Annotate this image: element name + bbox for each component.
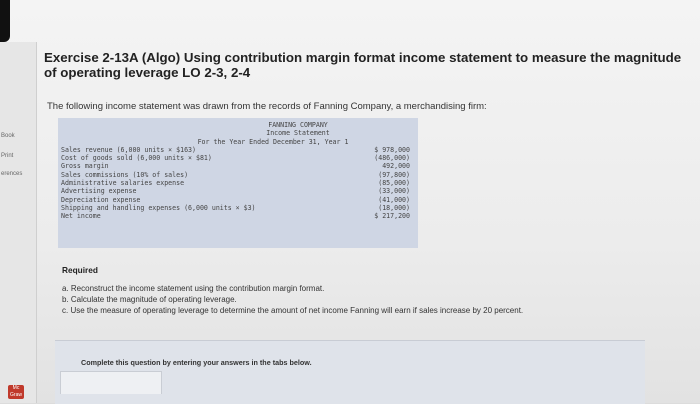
- required-heading: Required: [62, 265, 98, 275]
- exercise-title: Exercise 2-13A (Algo) Using contribution…: [44, 50, 682, 80]
- statement-row: Shipping and handling expenses (6,000 un…: [58, 204, 418, 212]
- page: Book Print erences Mc Graw Exercise 2-13…: [0, 0, 700, 404]
- required-item-b: b. Calculate the magnitude of operating …: [62, 295, 237, 304]
- statement-name: Income Statement: [266, 129, 330, 138]
- sidebar-item-references[interactable]: erences: [1, 171, 22, 177]
- answer-tab[interactable]: [60, 371, 162, 394]
- left-sidebar: [0, 42, 37, 403]
- required-item-a: a. Reconstruct the income statement usin…: [62, 284, 325, 293]
- row-amount: 492,000: [382, 162, 410, 171]
- row-label: Gross margin: [61, 162, 109, 171]
- row-label: Net income: [61, 212, 101, 221]
- corner-mark: [0, 0, 10, 42]
- row-amount: $ 217,200: [374, 212, 410, 221]
- row-amount: (486,000): [374, 154, 410, 163]
- row-amount: (41,000): [378, 195, 410, 204]
- row-amount: (18,000): [378, 203, 410, 212]
- statement-row: Gross margin 492,000: [58, 162, 418, 170]
- sidebar-item-print[interactable]: Print: [1, 153, 13, 159]
- sidebar-item-book[interactable]: Book: [1, 133, 15, 139]
- statement-row: Advertising expense (33,000): [58, 187, 418, 195]
- mcgraw-hill-education-icon: Mc Graw: [8, 385, 24, 399]
- row-amount: (97,800): [378, 170, 410, 179]
- statement-row: Sales revenue (6,000 units × $163) $ 978,…: [58, 146, 418, 154]
- row-label: Advertising expense: [61, 187, 137, 196]
- row-amount: (85,000): [378, 179, 410, 188]
- statement-row: Administrative salaries expense (85,000): [58, 179, 418, 187]
- required-item-c: c. Use the measure of operating leverage…: [62, 306, 524, 315]
- row-amount: (33,000): [378, 187, 410, 196]
- statement-company: FANNING COMPANY: [268, 121, 328, 129]
- row-label: Shipping and handling expenses (6,000 un…: [61, 203, 256, 212]
- statement-row: Sales commissions (10% of sales) (97,800): [58, 171, 418, 179]
- row-label: Administrative salaries expense: [61, 179, 185, 188]
- statement-row: Depreciation expense (41,000): [58, 196, 418, 204]
- instruction-text: Complete this question by entering your …: [81, 358, 312, 367]
- statement-row: Net income $ 217,200: [58, 212, 418, 220]
- row-label: Sales revenue (6,000 units × $163): [61, 145, 196, 154]
- row-amount: $ 978,000: [374, 145, 410, 154]
- row-label: Cost of goods sold (6,000 units × $81): [61, 154, 212, 163]
- income-statement: FANNING COMPANY Income Statement For the…: [58, 118, 418, 248]
- statement-period: For the Year Ended December 31, Year 1: [197, 137, 349, 146]
- intro-text: The following income statement was drawn…: [47, 101, 487, 112]
- row-label: Depreciation expense: [61, 195, 141, 204]
- statement-row: Cost of goods sold (6,000 units × $81) (4…: [58, 154, 418, 162]
- row-label: Sales commissions (10% of sales): [61, 170, 189, 179]
